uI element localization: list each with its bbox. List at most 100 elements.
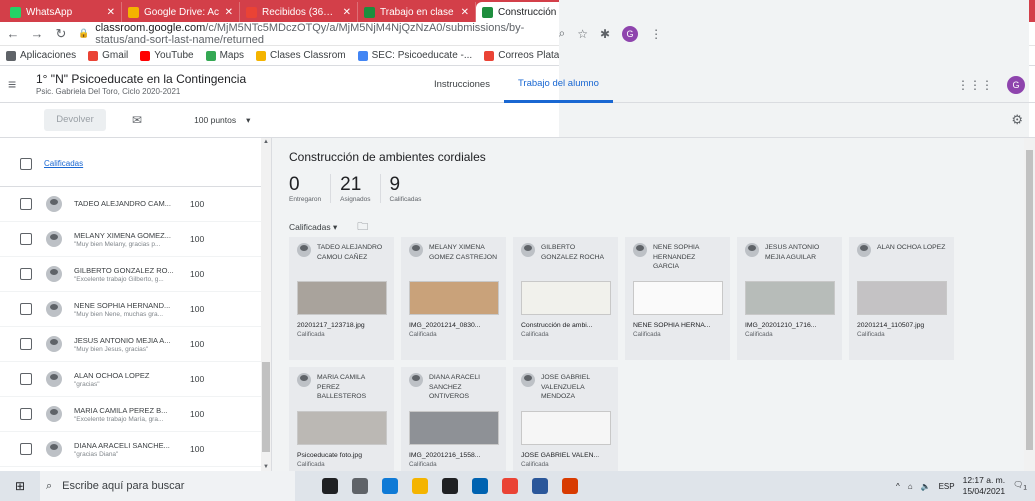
student-name[interactable]: MARIA CAMILA PEREZ B...	[74, 406, 178, 415]
student-grade[interactable]: 100	[190, 304, 204, 314]
bookmark-item[interactable]: YouTube	[140, 50, 194, 61]
clock[interactable]: 12:17 a. m. 15/04/2021	[963, 475, 1006, 497]
browser-tab[interactable]: WhatsApp ✕	[4, 2, 122, 22]
chrome-icon[interactable]	[495, 471, 525, 501]
google-apps-icon[interactable]: ⋮⋮⋮	[957, 78, 993, 92]
student-grade[interactable]: 100	[190, 374, 204, 384]
student-checkbox[interactable]	[20, 408, 32, 420]
bookmark-item[interactable]: Aplicaciones	[6, 50, 76, 61]
task-view-icon[interactable]	[345, 471, 375, 501]
student-checkbox[interactable]	[20, 198, 32, 210]
select-all-checkbox[interactable]	[20, 157, 32, 170]
scroll-down-icon[interactable]: ▼	[263, 464, 269, 470]
student-grade[interactable]: 100	[190, 199, 204, 209]
student-row[interactable]: TADEO ALEJANDRO CAM... 100	[0, 187, 271, 222]
volume-icon[interactable]: 🔈	[921, 482, 931, 491]
student-name[interactable]: TADEO ALEJANDRO CAM...	[74, 199, 178, 208]
browser-tab[interactable]: Trabajo en clase ✕	[358, 2, 476, 22]
student-row[interactable]: DIANA ARACELI SANCHE... "gracias Diana" 10…	[0, 432, 271, 467]
attachment-thumbnail[interactable]	[857, 281, 947, 315]
profile-avatar[interactable]: G	[622, 25, 639, 42]
attachment-thumbnail[interactable]	[633, 281, 723, 315]
close-tab-icon[interactable]: ✕	[107, 7, 115, 18]
submissions-scrollbar[interactable]	[1024, 138, 1035, 471]
gear-icon[interactable]: ⚙	[1011, 112, 1023, 128]
account-avatar[interactable]: G	[1007, 76, 1025, 94]
tab-instrucciones[interactable]: Instrucciones	[420, 66, 504, 103]
class-title[interactable]: 1° "N" Psicoeducate en la Contingencia	[36, 72, 246, 86]
student-name[interactable]: ALAN OCHOA LOPEZ	[74, 371, 178, 380]
attachment-thumbnail[interactable]	[521, 411, 611, 445]
student-checkbox[interactable]	[20, 233, 32, 245]
return-button[interactable]: Devolver	[44, 109, 106, 131]
folder-icon[interactable]: 🗀	[357, 218, 368, 237]
student-row[interactable]: ALAN OCHOA LOPEZ "gracias" 100	[0, 362, 271, 397]
bookmark-item[interactable]: Maps	[205, 50, 244, 61]
student-name[interactable]: DIANA ARACELI SANCHE...	[74, 441, 178, 450]
submission-card[interactable]: MARIA CAMILA PEREZ BALLESTEROS Psicoeduca…	[289, 367, 394, 471]
filter-select[interactable]: Calificadas ▾	[289, 222, 337, 233]
attachment-thumbnail[interactable]	[409, 411, 499, 445]
student-name[interactable]: JESUS ANTONIO MEJIA A...	[74, 336, 178, 345]
reload-icon[interactable]: ↻	[54, 26, 68, 42]
scrollbar-thumb[interactable]	[262, 362, 270, 452]
student-grade[interactable]: 100	[190, 234, 204, 244]
attachment-thumbnail[interactable]	[745, 281, 835, 315]
browser-tab[interactable]: Google Drive: Ac ✕	[122, 2, 240, 22]
email-icon[interactable]: ✉	[132, 113, 142, 127]
word-icon[interactable]	[525, 471, 555, 501]
close-tab-icon[interactable]: ✕	[343, 7, 351, 18]
student-grade[interactable]: 100	[190, 444, 204, 454]
student-row[interactable]: GILBERTO GONZALEZ RO... "Excelente trabaj…	[0, 257, 271, 292]
points-select[interactable]: 100 puntos ▾	[194, 115, 250, 126]
submission-card[interactable]: DIANA ARACELI SANCHEZ ONTIVEROS IMG_20201…	[401, 367, 506, 471]
attachment-thumbnail[interactable]	[297, 281, 387, 315]
language-indicator[interactable]: ESP	[939, 482, 955, 491]
browser-tab[interactable]: Recibidos (360) - ✕	[240, 2, 358, 22]
menu-icon[interactable]: ≡	[8, 76, 36, 92]
group-label[interactable]: Calificadas	[44, 159, 83, 168]
student-checkbox[interactable]	[20, 303, 32, 315]
notification-icon[interactable]: 🗨1	[1013, 480, 1027, 492]
student-checkbox[interactable]	[20, 338, 32, 350]
bookmark-item[interactable]: SEC: Psicoeducate -...	[357, 50, 472, 61]
student-name[interactable]: MELANY XIMENA GOMEZ...	[74, 231, 178, 240]
file-explorer-icon[interactable]	[405, 471, 435, 501]
student-name[interactable]: GILBERTO GONZALEZ RO...	[74, 266, 178, 275]
browser-menu-icon[interactable]: ⋮	[650, 27, 662, 41]
student-grade[interactable]: 100	[190, 339, 204, 349]
student-row[interactable]: MARIA CAMILA PEREZ B... "Excelente trabaj…	[0, 397, 271, 432]
url-field[interactable]: 🔒 classroom.google.com/c/MjM5NTc5MDczOTQ…	[78, 22, 549, 46]
bookmark-item[interactable]: Gmail	[88, 50, 128, 61]
student-checkbox[interactable]	[20, 373, 32, 385]
network-icon[interactable]: ⌂	[908, 482, 913, 491]
lock-icon[interactable]: 🔒	[78, 28, 89, 39]
attachment-thumbnail[interactable]	[521, 281, 611, 315]
office-icon[interactable]	[555, 471, 585, 501]
cortana-icon[interactable]	[315, 471, 345, 501]
submission-card[interactable]: NENE SOPHIA HERNANDEZ GARCIA NENE SOPHIA …	[625, 237, 730, 360]
windows-start-icon[interactable]: ⊞	[0, 479, 40, 493]
zoom-icon[interactable]: ⌕	[559, 26, 566, 41]
submission-card[interactable]: JESUS ANTONIO MEJIA AGUILAR IMG_20201210_…	[737, 237, 842, 360]
attachment-thumbnail[interactable]	[409, 281, 499, 315]
student-row[interactable]: NENE SOPHIA HERNAND... "Muy bien Nene, mu…	[0, 292, 271, 327]
forward-icon[interactable]: →	[30, 26, 44, 41]
back-icon[interactable]: ←	[6, 26, 20, 41]
close-tab-icon[interactable]: ✕	[225, 7, 233, 18]
student-grade[interactable]: 100	[190, 409, 204, 419]
bookmark-star-icon[interactable]: ☆	[577, 27, 588, 41]
edge-icon[interactable]	[375, 471, 405, 501]
scroll-up-icon[interactable]: ▲	[263, 139, 269, 145]
taskbar-search[interactable]: ⌕ Escribe aquí para buscar	[40, 471, 295, 501]
student-row[interactable]: MELANY XIMENA GOMEZ... "Muy bien Melany, …	[0, 222, 271, 257]
student-checkbox[interactable]	[20, 268, 32, 280]
submission-card[interactable]: MELANY XIMENA GOMEZ CASTREJON IMG_2020121…	[401, 237, 506, 360]
tab-trabajo-del-alumno[interactable]: Trabajo del alumno	[503, 66, 613, 103]
store-icon[interactable]	[435, 471, 465, 501]
extensions-icon[interactable]: ✱	[600, 27, 610, 41]
submission-card[interactable]: TADEO ALEJANDRO CAMOU CAÑEZ 20201217_1237…	[289, 237, 394, 360]
student-grade[interactable]: 100	[190, 269, 204, 279]
submission-card[interactable]: ALAN OCHOA LOPEZ 20201214_110507.jpg Calif…	[849, 237, 954, 360]
scrollbar-thumb[interactable]	[1026, 150, 1033, 450]
